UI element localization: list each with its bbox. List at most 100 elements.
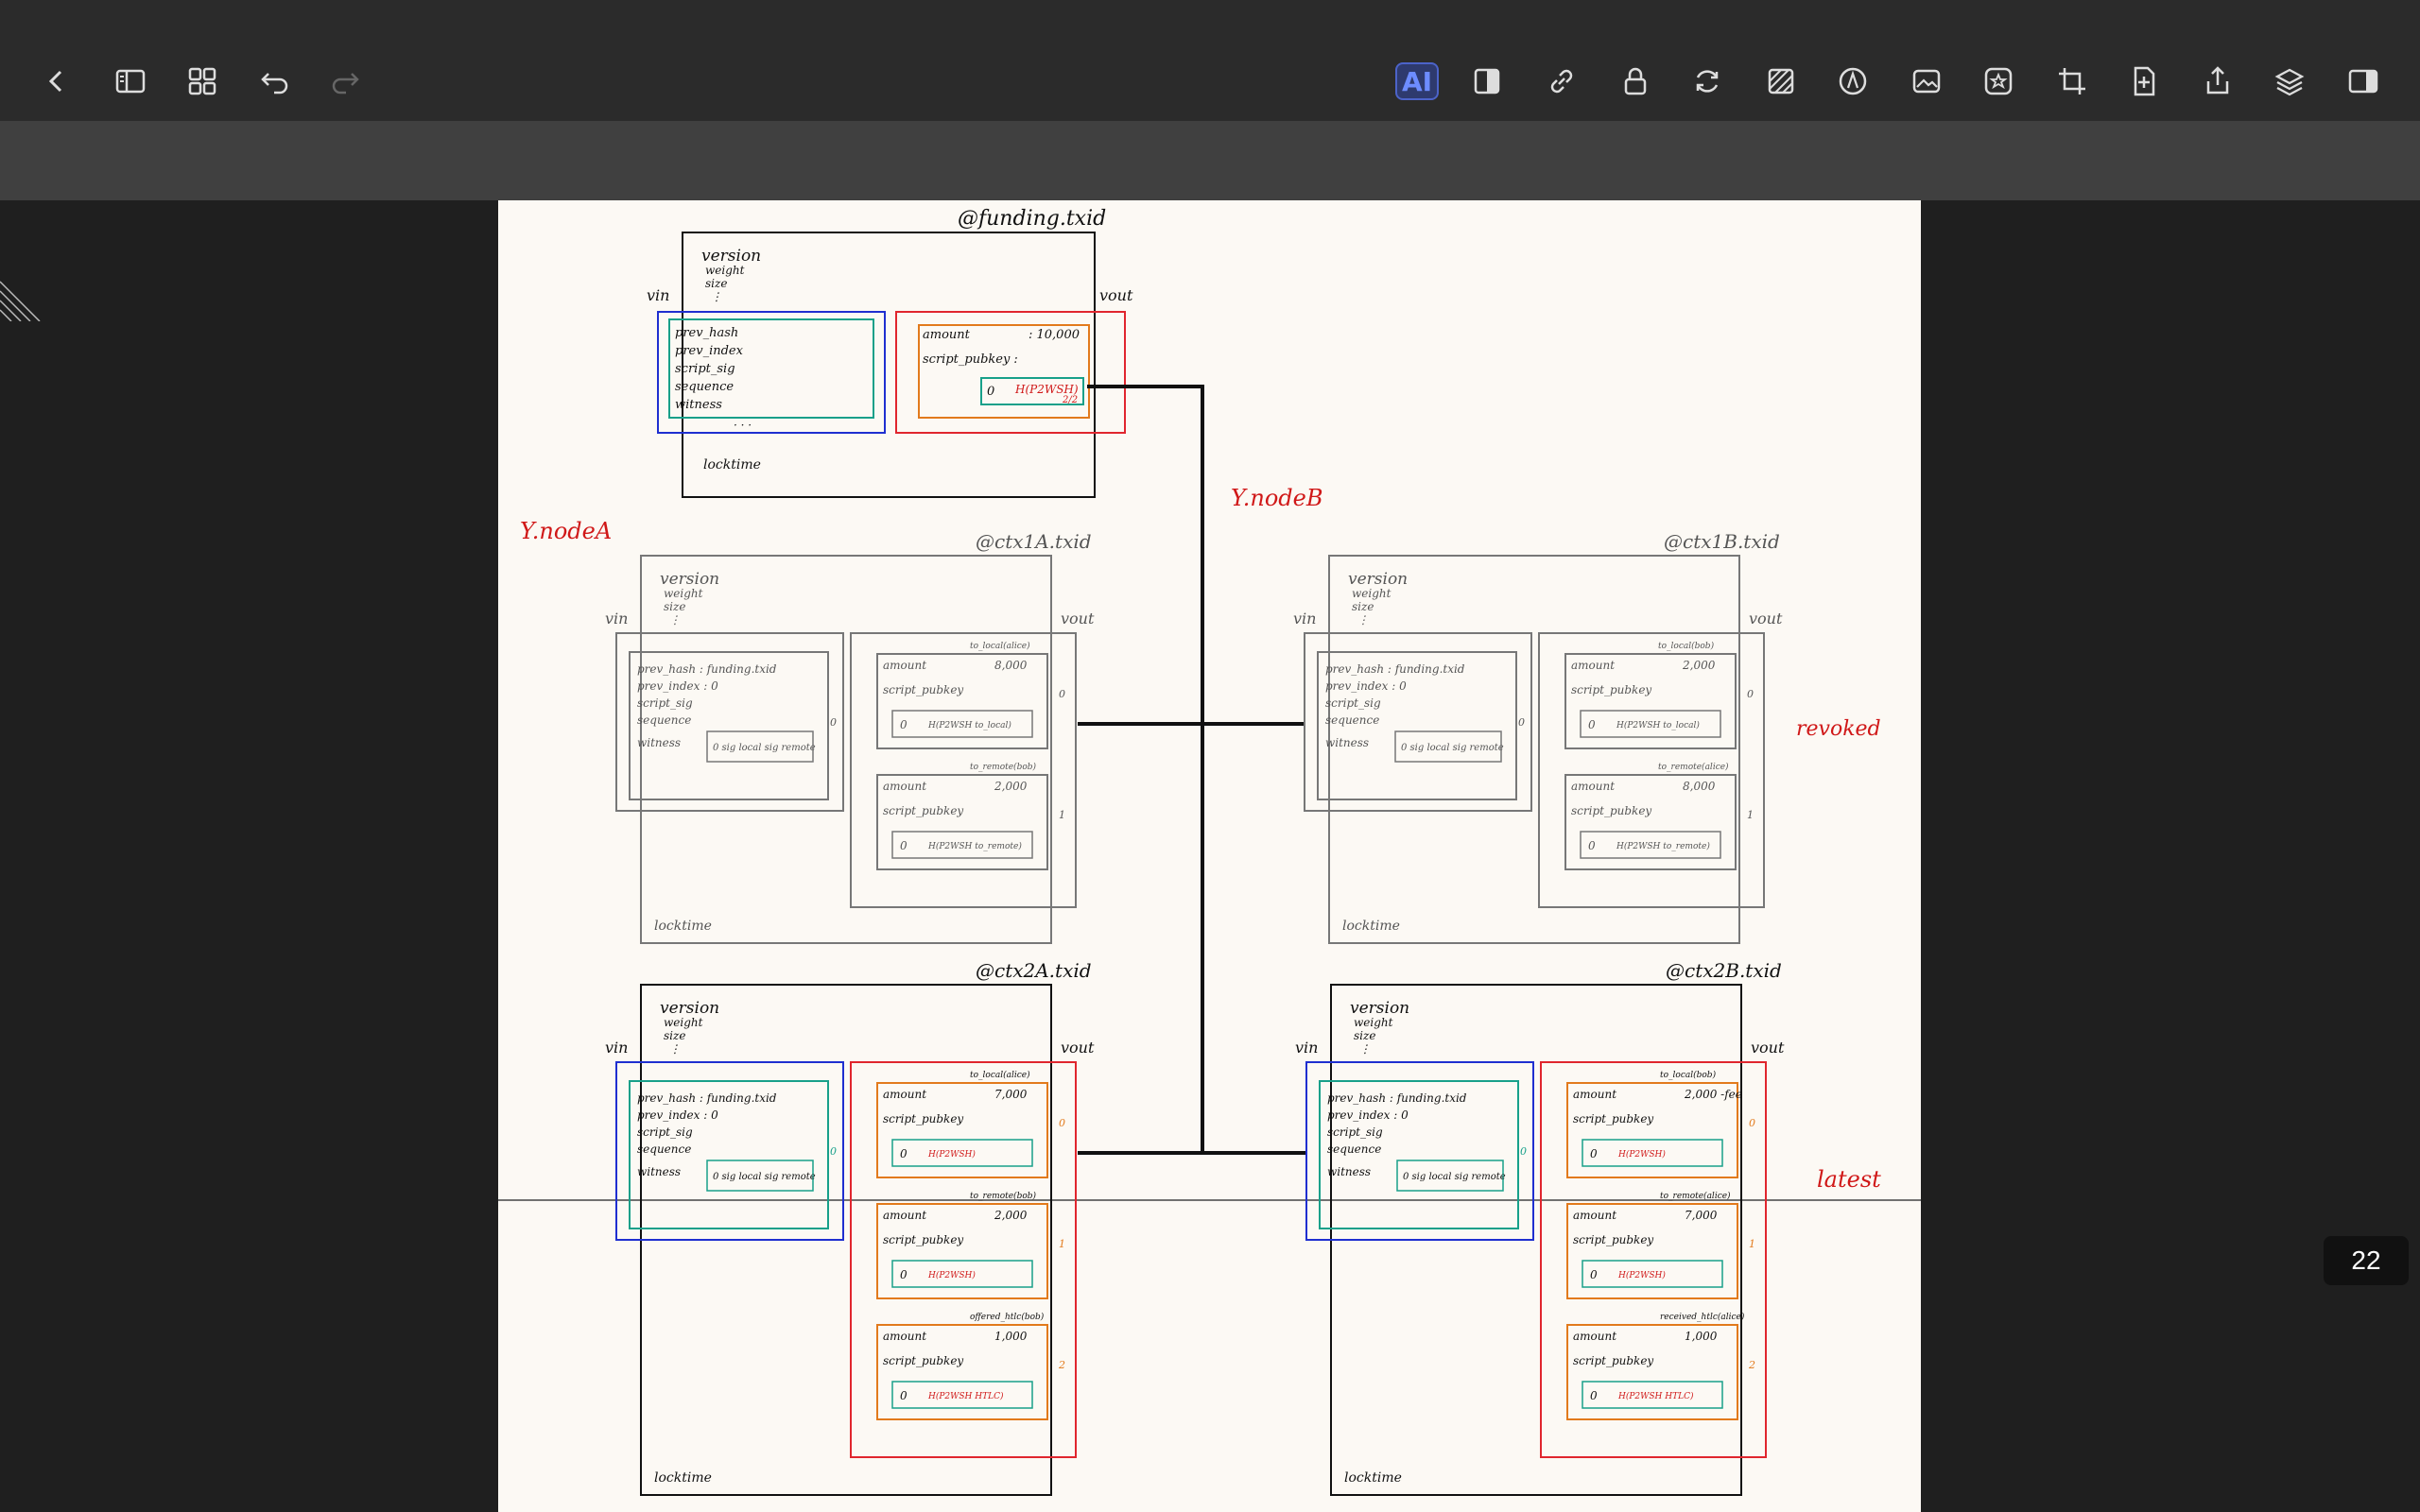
input-script-sig: script_sig [637,696,693,710]
output-amount-label: amount [1573,1088,1616,1101]
output-spk-value: H(P2WSH to_local) [1616,720,1700,730]
output-index: 0 [1749,1117,1755,1129]
lock-icon[interactable] [1613,59,1658,104]
panel-toggle-icon[interactable] [2341,59,2386,104]
vout-label: vout [1099,286,1133,304]
crop-icon[interactable] [2049,59,2095,104]
output-tag: to_remote(alice) [1658,762,1729,772]
output-amount-value: 2,000 [994,1209,1028,1222]
header-weight: weight [664,587,703,600]
add-page-icon[interactable] [2121,59,2167,104]
header-size: size [664,1029,685,1042]
header-weight: weight [1352,587,1392,600]
sticker-icon[interactable] [1976,59,2021,104]
layers-icon[interactable] [2267,59,2312,104]
output-amount-value: 8,000 [1683,780,1716,793]
output-spk-zero: 0 [900,1268,908,1281]
locktime-label: locktime [1342,919,1400,934]
input-witness: witness [1325,736,1369,749]
output-amount-label: amount [883,1209,926,1222]
spk-zero: 0 [987,385,994,399]
header-dots: ⋮ [711,290,722,303]
input-sequence: sequence [1327,1143,1381,1156]
header-dots: ⋮ [1357,613,1369,627]
witness-content: 0 sig local sig remote [713,743,816,753]
output-spk-value: H(P2WSH) [1617,1270,1666,1280]
vin-label: vin [605,1039,628,1057]
sidebar-toggle-icon[interactable] [108,59,153,104]
handwritten-diagram: @funding.txidversionweightsize⋮vin voutpr… [498,207,1921,1496]
output-tag: to_local(bob) [1658,641,1715,651]
output-amount-value: 7,000 [994,1088,1028,1101]
output-amount-label: amount [1573,1330,1616,1343]
input-index: 0 [830,716,837,729]
redo-icon[interactable] [323,59,369,104]
ctx-title: @ctx2A.txid [976,959,1092,982]
grid-view-icon[interactable] [180,59,225,104]
header-version: version [1350,999,1409,1018]
notebook-page[interactable]: @funding.txid version weight size ⋮ vin vout pr… [498,200,1921,1512]
share-icon[interactable] [2195,59,2240,104]
input-prev-hash: prev_hash : funding.txid [637,662,777,676]
vout-label: vout [1061,610,1095,627]
vout-label: vout [1749,610,1783,627]
vin-label: vin [605,610,628,627]
output-tag: to_remote(bob) [970,1191,1037,1201]
spk-sub: 2/2 [1062,395,1078,405]
input-sequence: sequence [637,713,691,727]
pen-circle-icon[interactable] [1830,59,1876,104]
output-spk-label: script_pubkey [1573,1233,1653,1246]
page-number-badge: 22 [2324,1236,2409,1285]
output-spk-value: H(P2WSH to_local) [927,720,1011,730]
input-prev-index: prev_index : 0 [1327,1108,1409,1122]
input-prev-index: prev_index : 0 [637,679,718,693]
undo-icon[interactable] [251,59,297,104]
amount-value: : 10,000 [1028,328,1080,342]
output-index: 1 [1749,1238,1755,1250]
output-spk-value: H(P2WSH) [927,1270,976,1280]
input-field-label: sequence [675,380,734,394]
output-amount-value: 1,000 [1685,1330,1718,1343]
ctx-vout-box [1538,632,1765,908]
output-spk-zero: 0 [900,718,908,731]
vin-label: vin [1293,610,1316,627]
input-sequence: sequence [1325,713,1379,727]
input-field-label: script_sig [675,362,735,376]
output-amount-value: 7,000 [1685,1209,1718,1222]
pattern-corner-icon [0,281,41,321]
witness-content: 0 sig local sig remote [1403,1172,1506,1182]
output-spk-label: script_pubkey [1573,1112,1653,1125]
top-toolbar: AI [0,0,2420,121]
ctx-title: @ctx1A.txid [976,530,1092,553]
output-spk-label: script_pubkey [1571,804,1651,817]
refresh-icon[interactable] [1685,59,1730,104]
input-field-label: prev_index [675,344,744,358]
node-b-label: Y.nodeB [1231,485,1323,511]
output-tag: to_local(alice) [970,1070,1030,1080]
image-icon[interactable] [1904,59,1949,104]
link-icon[interactable] [1539,59,1584,104]
page-number: 22 [2351,1246,2381,1275]
ai-assistant-button[interactable]: AI [1395,62,1439,100]
back-icon[interactable] [34,59,79,104]
vin-label: vin [647,286,669,304]
output-index: 2 [1748,1359,1755,1371]
output-spk-zero: 0 [1590,1389,1598,1402]
header-weight: weight [705,264,745,277]
header-dots: ⋮ [669,613,681,627]
output-amount-value: 2,000 [994,780,1028,793]
output-amount-value: 1,000 [994,1330,1028,1343]
header-weight: weight [664,1016,703,1029]
output-spk-label: script_pubkey [883,1354,963,1367]
input-prev-index: prev_index : 0 [637,1108,718,1122]
output-index: 1 [1747,809,1754,821]
pattern-icon[interactable] [1758,59,1804,104]
header-version: version [1348,570,1408,589]
page-switch-icon[interactable] [1465,59,1511,104]
output-amount-label: amount [883,1330,926,1343]
header-size: size [1354,1029,1375,1042]
input-field-label: prev_hash [675,326,738,340]
latest-label: latest [1817,1166,1881,1193]
header-weight: weight [1354,1016,1393,1029]
output-spk-label: script_pubkey [883,1112,963,1125]
